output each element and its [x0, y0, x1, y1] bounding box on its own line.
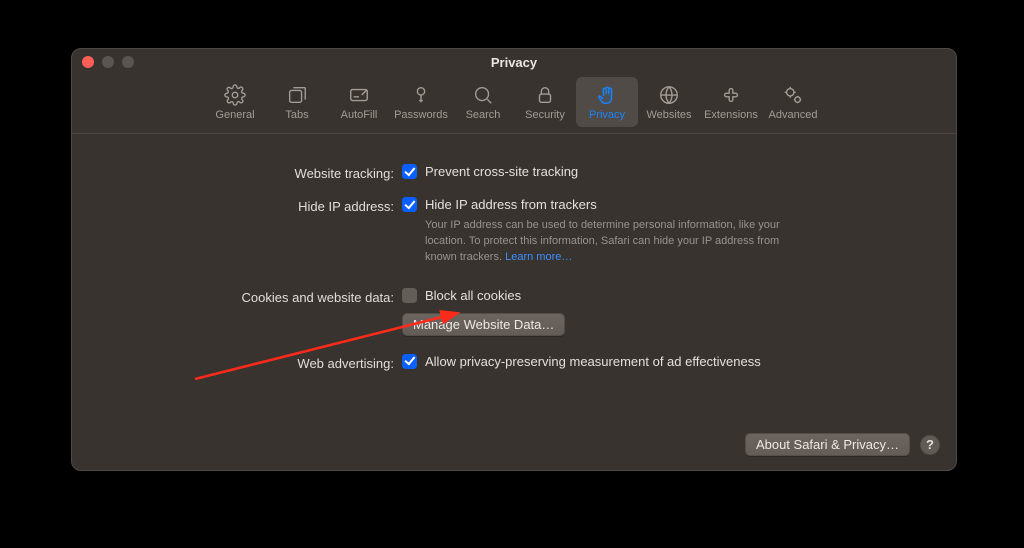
titlebar: Privacy [72, 49, 956, 75]
row-website-tracking: Website tracking: Prevent cross-site tra… [92, 164, 936, 181]
tab-label: Privacy [589, 109, 625, 121]
tab-privacy[interactable]: Privacy [576, 77, 638, 127]
hide-ip-description: Your IP address can be used to determine… [402, 218, 812, 266]
checkbox-ad-measurement[interactable] [402, 354, 417, 369]
tab-label: Websites [646, 109, 691, 121]
tab-advanced[interactable]: Advanced [762, 77, 824, 127]
checkbox-label: Hide IP address from trackers [425, 197, 597, 212]
preferences-toolbar: General Tabs AutoFill Passwords Search [72, 75, 956, 134]
footer: About Safari & Privacy… ? [745, 433, 940, 456]
tab-label: General [215, 109, 254, 121]
checkbox-label: Allow privacy-preserving measurement of … [425, 354, 761, 369]
checkbox-label: Block all cookies [425, 288, 521, 303]
checkbox-hide-ip[interactable] [402, 197, 417, 212]
manage-website-data-button[interactable]: Manage Website Data… [402, 313, 565, 336]
search-icon [472, 84, 494, 106]
tab-tabs[interactable]: Tabs [266, 77, 328, 127]
lock-icon [534, 84, 556, 106]
help-button[interactable]: ? [920, 435, 940, 455]
row-hide-ip: Hide IP address: Hide IP address from tr… [92, 197, 936, 266]
label-cookies: Cookies and website data: [92, 288, 402, 305]
tab-label: Advanced [769, 109, 818, 121]
gears-icon [782, 84, 804, 106]
tab-websites[interactable]: Websites [638, 77, 700, 127]
tab-label: Search [466, 109, 501, 121]
learn-more-link[interactable]: Learn more… [505, 251, 572, 263]
tab-autofill[interactable]: AutoFill [328, 77, 390, 127]
tab-search[interactable]: Search [452, 77, 514, 127]
tab-label: AutoFill [341, 109, 378, 121]
tab-security[interactable]: Security [514, 77, 576, 127]
preferences-window: Privacy General Tabs AutoFill Passwords [71, 48, 957, 471]
tab-general[interactable]: General [204, 77, 266, 127]
privacy-pane: Website tracking: Prevent cross-site tra… [72, 134, 956, 371]
tab-label: Security [525, 109, 565, 121]
tab-label: Passwords [394, 109, 448, 121]
tabs-icon [286, 84, 308, 106]
key-icon [410, 84, 432, 106]
tab-passwords[interactable]: Passwords [390, 77, 452, 127]
label-web-advertising: Web advertising: [92, 354, 402, 371]
gear-icon [224, 84, 246, 106]
checkbox-label: Prevent cross-site tracking [425, 164, 578, 179]
tab-extensions[interactable]: Extensions [700, 77, 762, 127]
label-website-tracking: Website tracking: [92, 164, 402, 181]
autofill-icon [348, 84, 370, 106]
tab-label: Extensions [704, 109, 758, 121]
row-cookies: Cookies and website data: Block all cook… [92, 288, 936, 336]
row-web-advertising: Web advertising: Allow privacy-preservin… [92, 354, 936, 371]
tab-label: Tabs [285, 109, 308, 121]
window-title: Privacy [72, 55, 956, 70]
about-safari-privacy-button[interactable]: About Safari & Privacy… [745, 433, 910, 456]
puzzle-icon [720, 84, 742, 106]
checkbox-prevent-cross-site[interactable] [402, 164, 417, 179]
label-hide-ip: Hide IP address: [92, 197, 402, 214]
hand-icon [596, 84, 618, 106]
checkbox-block-cookies[interactable] [402, 288, 417, 303]
globe-icon [658, 84, 680, 106]
